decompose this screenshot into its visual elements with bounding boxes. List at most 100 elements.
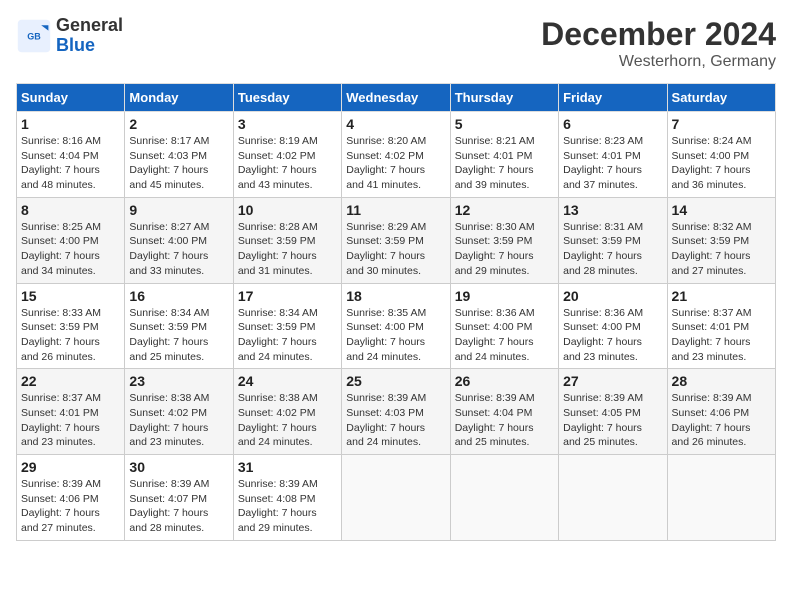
day-info: Sunrise: 8:39 AM Sunset: 4:06 PM Dayligh… — [21, 477, 120, 536]
day-info: Sunrise: 8:34 AM Sunset: 3:59 PM Dayligh… — [238, 306, 337, 365]
day-number: 2 — [129, 116, 228, 132]
calendar-day-cell: 31 Sunrise: 8:39 AM Sunset: 4:08 PM Dayl… — [233, 455, 341, 541]
calendar-day-cell — [667, 455, 775, 541]
month-year-title: December 2024 — [541, 16, 776, 53]
day-number: 26 — [455, 373, 554, 389]
calendar-day-cell — [559, 455, 667, 541]
day-number: 6 — [563, 116, 662, 132]
calendar-day-cell: 1 Sunrise: 8:16 AM Sunset: 4:04 PM Dayli… — [17, 112, 125, 198]
day-info: Sunrise: 8:25 AM Sunset: 4:00 PM Dayligh… — [21, 220, 120, 279]
weekday-header-cell: Wednesday — [342, 84, 450, 112]
day-number: 12 — [455, 202, 554, 218]
logo-line2: Blue — [56, 36, 123, 56]
calendar-day-cell: 8 Sunrise: 8:25 AM Sunset: 4:00 PM Dayli… — [17, 197, 125, 283]
calendar-table: SundayMondayTuesdayWednesdayThursdayFrid… — [16, 83, 776, 541]
calendar-day-cell: 11 Sunrise: 8:29 AM Sunset: 3:59 PM Dayl… — [342, 197, 450, 283]
day-info: Sunrise: 8:17 AM Sunset: 4:03 PM Dayligh… — [129, 134, 228, 193]
page-header: GB General Blue December 2024 Westerhorn… — [16, 16, 776, 71]
calendar-day-cell: 13 Sunrise: 8:31 AM Sunset: 3:59 PM Dayl… — [559, 197, 667, 283]
day-info: Sunrise: 8:37 AM Sunset: 4:01 PM Dayligh… — [21, 391, 120, 450]
weekday-header-row: SundayMondayTuesdayWednesdayThursdayFrid… — [17, 84, 776, 112]
day-number: 7 — [672, 116, 771, 132]
day-info: Sunrise: 8:30 AM Sunset: 3:59 PM Dayligh… — [455, 220, 554, 279]
calendar-week-row: 29 Sunrise: 8:39 AM Sunset: 4:06 PM Dayl… — [17, 455, 776, 541]
weekday-header-cell: Tuesday — [233, 84, 341, 112]
calendar-week-row: 22 Sunrise: 8:37 AM Sunset: 4:01 PM Dayl… — [17, 369, 776, 455]
calendar-day-cell: 5 Sunrise: 8:21 AM Sunset: 4:01 PM Dayli… — [450, 112, 558, 198]
day-number: 10 — [238, 202, 337, 218]
calendar-day-cell: 16 Sunrise: 8:34 AM Sunset: 3:59 PM Dayl… — [125, 283, 233, 369]
day-info: Sunrise: 8:38 AM Sunset: 4:02 PM Dayligh… — [238, 391, 337, 450]
calendar-week-row: 15 Sunrise: 8:33 AM Sunset: 3:59 PM Dayl… — [17, 283, 776, 369]
day-number: 22 — [21, 373, 120, 389]
day-info: Sunrise: 8:19 AM Sunset: 4:02 PM Dayligh… — [238, 134, 337, 193]
day-info: Sunrise: 8:36 AM Sunset: 4:00 PM Dayligh… — [563, 306, 662, 365]
calendar-day-cell: 3 Sunrise: 8:19 AM Sunset: 4:02 PM Dayli… — [233, 112, 341, 198]
day-number: 9 — [129, 202, 228, 218]
svg-text:GB: GB — [27, 31, 41, 41]
day-info: Sunrise: 8:38 AM Sunset: 4:02 PM Dayligh… — [129, 391, 228, 450]
calendar-day-cell: 14 Sunrise: 8:32 AM Sunset: 3:59 PM Dayl… — [667, 197, 775, 283]
weekday-header-cell: Thursday — [450, 84, 558, 112]
day-number: 20 — [563, 288, 662, 304]
day-info: Sunrise: 8:16 AM Sunset: 4:04 PM Dayligh… — [21, 134, 120, 193]
day-number: 21 — [672, 288, 771, 304]
calendar-day-cell: 12 Sunrise: 8:30 AM Sunset: 3:59 PM Dayl… — [450, 197, 558, 283]
day-info: Sunrise: 8:39 AM Sunset: 4:04 PM Dayligh… — [455, 391, 554, 450]
day-info: Sunrise: 8:39 AM Sunset: 4:03 PM Dayligh… — [346, 391, 445, 450]
day-info: Sunrise: 8:33 AM Sunset: 3:59 PM Dayligh… — [21, 306, 120, 365]
day-number: 19 — [455, 288, 554, 304]
day-number: 3 — [238, 116, 337, 132]
day-info: Sunrise: 8:31 AM Sunset: 3:59 PM Dayligh… — [563, 220, 662, 279]
day-number: 23 — [129, 373, 228, 389]
day-info: Sunrise: 8:29 AM Sunset: 3:59 PM Dayligh… — [346, 220, 445, 279]
weekday-header-cell: Monday — [125, 84, 233, 112]
day-info: Sunrise: 8:39 AM Sunset: 4:08 PM Dayligh… — [238, 477, 337, 536]
calendar-day-cell: 23 Sunrise: 8:38 AM Sunset: 4:02 PM Dayl… — [125, 369, 233, 455]
title-area: December 2024 Westerhorn, Germany — [541, 16, 776, 71]
weekday-header-cell: Sunday — [17, 84, 125, 112]
calendar-day-cell — [342, 455, 450, 541]
calendar-day-cell: 25 Sunrise: 8:39 AM Sunset: 4:03 PM Dayl… — [342, 369, 450, 455]
calendar-day-cell: 29 Sunrise: 8:39 AM Sunset: 4:06 PM Dayl… — [17, 455, 125, 541]
day-info: Sunrise: 8:39 AM Sunset: 4:07 PM Dayligh… — [129, 477, 228, 536]
day-info: Sunrise: 8:32 AM Sunset: 3:59 PM Dayligh… — [672, 220, 771, 279]
day-info: Sunrise: 8:21 AM Sunset: 4:01 PM Dayligh… — [455, 134, 554, 193]
calendar-day-cell: 2 Sunrise: 8:17 AM Sunset: 4:03 PM Dayli… — [125, 112, 233, 198]
calendar-day-cell: 15 Sunrise: 8:33 AM Sunset: 3:59 PM Dayl… — [17, 283, 125, 369]
day-number: 5 — [455, 116, 554, 132]
day-number: 8 — [21, 202, 120, 218]
calendar-day-cell: 22 Sunrise: 8:37 AM Sunset: 4:01 PM Dayl… — [17, 369, 125, 455]
calendar-day-cell: 7 Sunrise: 8:24 AM Sunset: 4:00 PM Dayli… — [667, 112, 775, 198]
calendar-day-cell: 4 Sunrise: 8:20 AM Sunset: 4:02 PM Dayli… — [342, 112, 450, 198]
calendar-day-cell: 27 Sunrise: 8:39 AM Sunset: 4:05 PM Dayl… — [559, 369, 667, 455]
day-number: 11 — [346, 202, 445, 218]
day-number: 4 — [346, 116, 445, 132]
calendar-week-row: 1 Sunrise: 8:16 AM Sunset: 4:04 PM Dayli… — [17, 112, 776, 198]
calendar-day-cell: 19 Sunrise: 8:36 AM Sunset: 4:00 PM Dayl… — [450, 283, 558, 369]
day-info: Sunrise: 8:24 AM Sunset: 4:00 PM Dayligh… — [672, 134, 771, 193]
calendar-day-cell — [450, 455, 558, 541]
day-info: Sunrise: 8:36 AM Sunset: 4:00 PM Dayligh… — [455, 306, 554, 365]
calendar-day-cell: 24 Sunrise: 8:38 AM Sunset: 4:02 PM Dayl… — [233, 369, 341, 455]
calendar-day-cell: 10 Sunrise: 8:28 AM Sunset: 3:59 PM Dayl… — [233, 197, 341, 283]
calendar-body: 1 Sunrise: 8:16 AM Sunset: 4:04 PM Dayli… — [17, 112, 776, 541]
day-info: Sunrise: 8:27 AM Sunset: 4:00 PM Dayligh… — [129, 220, 228, 279]
weekday-header-cell: Saturday — [667, 84, 775, 112]
day-info: Sunrise: 8:28 AM Sunset: 3:59 PM Dayligh… — [238, 220, 337, 279]
day-info: Sunrise: 8:20 AM Sunset: 4:02 PM Dayligh… — [346, 134, 445, 193]
day-number: 25 — [346, 373, 445, 389]
day-info: Sunrise: 8:39 AM Sunset: 4:05 PM Dayligh… — [563, 391, 662, 450]
logo-line1: General — [56, 16, 123, 36]
calendar-day-cell: 9 Sunrise: 8:27 AM Sunset: 4:00 PM Dayli… — [125, 197, 233, 283]
day-number: 31 — [238, 459, 337, 475]
day-number: 13 — [563, 202, 662, 218]
location-subtitle: Westerhorn, Germany — [541, 53, 776, 71]
calendar-week-row: 8 Sunrise: 8:25 AM Sunset: 4:00 PM Dayli… — [17, 197, 776, 283]
day-info: Sunrise: 8:35 AM Sunset: 4:00 PM Dayligh… — [346, 306, 445, 365]
day-number: 15 — [21, 288, 120, 304]
day-number: 16 — [129, 288, 228, 304]
day-info: Sunrise: 8:34 AM Sunset: 3:59 PM Dayligh… — [129, 306, 228, 365]
calendar-day-cell: 6 Sunrise: 8:23 AM Sunset: 4:01 PM Dayli… — [559, 112, 667, 198]
calendar-day-cell: 21 Sunrise: 8:37 AM Sunset: 4:01 PM Dayl… — [667, 283, 775, 369]
